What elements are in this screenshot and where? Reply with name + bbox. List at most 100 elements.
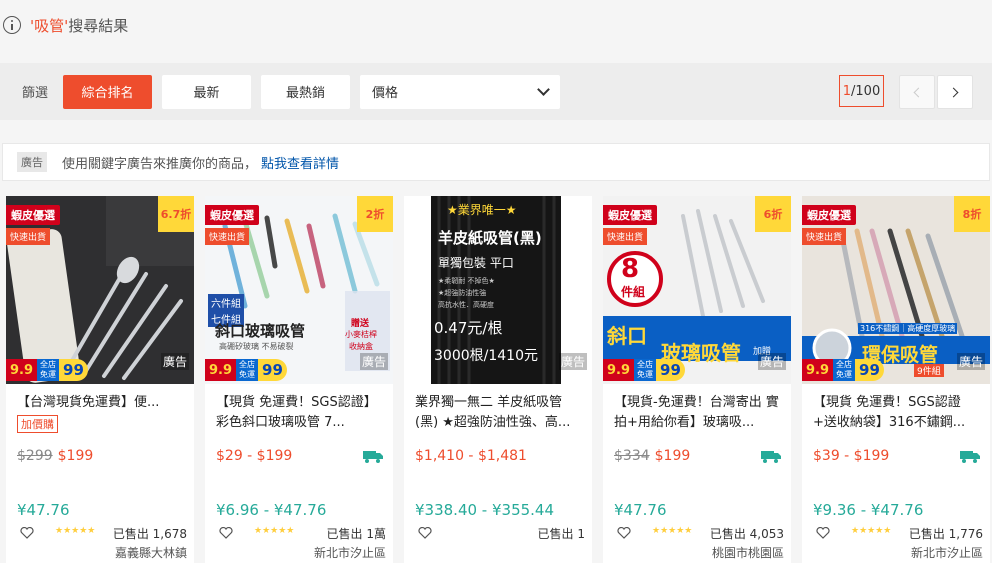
- sort-top-sales-button[interactable]: 最熱銷: [261, 74, 351, 109]
- sold-count: 已售出 1: [537, 527, 585, 541]
- discount-badge: 8折: [954, 196, 990, 232]
- ad-details-link[interactable]: 點我查看詳情: [261, 153, 339, 172]
- promo-frame: 9.9 全店 免運 99: [802, 359, 990, 381]
- product-title[interactable]: 【現貨-免運費！台灣寄出 實拍+用給你看】玻璃吸...: [614, 393, 784, 433]
- thumb-line: 單獨包裝 平口: [438, 256, 514, 270]
- product-title[interactable]: 【現貨 免運費！SGS認證】彩色斜口玻璃吸管 7...: [216, 393, 386, 433]
- reference-price: ¥6.96 - ¥47.76: [216, 501, 327, 519]
- discount-badge: 6.7折: [158, 196, 194, 232]
- price-sort-label: 價格: [372, 86, 399, 101]
- sort-relevance-button[interactable]: 綜合排名: [63, 74, 153, 109]
- original-price: $299: [17, 448, 53, 464]
- product-image[interactable]: ★業界唯一★ 羊皮紙吸管(黑) 單獨包裝 平口 ★柔韌耐 不掉色★ ★超強防油性…: [404, 196, 592, 384]
- promo-mid-2: 免運: [836, 370, 853, 379]
- ad-label: 廣告: [558, 353, 587, 370]
- price-row: $299 $199: [17, 448, 93, 464]
- heart-icon[interactable]: [219, 527, 233, 539]
- promo-99-label: 9.9: [6, 359, 38, 381]
- sold-count: 已售出 1,678: [112, 527, 187, 541]
- thumb-label: 件組: [621, 285, 646, 299]
- promo-free-ship-label: 全店 免運: [236, 359, 259, 381]
- original-price: $334: [614, 448, 650, 464]
- page-current: 1: [842, 83, 852, 99]
- thumb-line: 高抗水性．高硬度: [438, 301, 494, 309]
- fast-shipping-badge: 快速出貨: [802, 228, 847, 245]
- reference-price: ¥47.76: [614, 501, 667, 519]
- prev-page-button[interactable]: [899, 75, 935, 109]
- addon-tag: 加價購: [17, 415, 58, 433]
- seller-location: 桃園市桃園區: [711, 546, 784, 560]
- thumb-gift-label: 贈送: [351, 319, 370, 329]
- free-shipping-icon: [761, 451, 781, 463]
- heart-icon[interactable]: [816, 527, 830, 539]
- thumb-gift-item: 小麥桔桿: [345, 330, 377, 339]
- product-card[interactable]: 蝦皮優選 快速出貨 6.7折 廣告 9.9 全店 免運 99 【台灣現貨免運費】便…: [6, 196, 194, 563]
- sort-latest-button[interactable]: 最新: [162, 74, 252, 109]
- product-image[interactable]: 316不鏽鋼｜高硬度厚玻璃 環保吸管 9件組 蝦皮優選 快速出貨 8折 廣告 9…: [802, 196, 990, 384]
- sale-price: $29 - $199: [216, 448, 293, 464]
- thumb-line: ★業界唯一★: [447, 203, 517, 217]
- fast-shipping-badge: 快速出貨: [6, 228, 51, 245]
- heart-icon[interactable]: [20, 527, 34, 539]
- chevron-down-icon: [537, 82, 550, 96]
- sale-price: $199: [57, 448, 94, 464]
- promo-99-label: 9.9: [603, 359, 635, 381]
- product-card[interactable]: 8 件組 斜口 玻璃吸管 加贈 蝦皮優選 快速出貨 6折 廣告 9.9 全店 免運…: [603, 196, 791, 563]
- thumb-gift-box: 收納盒: [349, 342, 373, 351]
- sale-price: $39 - $199: [813, 448, 890, 464]
- discount-badge: 6折: [755, 196, 791, 232]
- rating-stars: ★★★★★: [254, 526, 295, 536]
- promo-frame: 9.9 全店 免運 99: [205, 359, 393, 381]
- promo-free-ship-label: 全店 免運: [37, 359, 60, 381]
- promo-mid-1: 全店: [836, 360, 853, 369]
- free-shipping-icon: [363, 451, 383, 463]
- price-sort-select[interactable]: 價格: [360, 74, 561, 109]
- rating-stars: ★★★★★: [851, 526, 892, 536]
- promo-99-big: 99: [855, 359, 884, 381]
- seller-location: 新北市汐止區: [910, 546, 983, 560]
- product-grid: 蝦皮優選 快速出貨 6.7折 廣告 9.9 全店 免運 99 【台灣現貨免運費】便…: [6, 196, 990, 563]
- search-result-suffix: 搜尋結果: [68, 16, 129, 35]
- thumb-label: 六件組: [208, 294, 244, 311]
- discount-badge: 2折: [357, 196, 393, 232]
- sale-price: $1,410 - $1,481: [415, 448, 527, 464]
- product-card[interactable]: ★業界唯一★ 羊皮紙吸管(黑) 單獨包裝 平口 ★柔韌耐 不掉色★ ★超強防油性…: [404, 196, 592, 563]
- heart-icon[interactable]: [617, 527, 631, 539]
- price-row: $29 - $199: [216, 448, 292, 464]
- fast-shipping-badge: 快速出貨: [603, 228, 648, 245]
- product-card[interactable]: 316不鏽鋼｜高硬度厚玻璃 環保吸管 9件組 蝦皮優選 快速出貨 8折 廣告 9…: [802, 196, 990, 563]
- thumb-line: 羊皮紙吸管(黑): [438, 229, 542, 247]
- reference-price: ¥9.36 - ¥47.76: [813, 501, 924, 519]
- product-image[interactable]: 8 件組 斜口 玻璃吸管 加贈 蝦皮優選 快速出貨 6折 廣告 9.9 全店 免運…: [603, 196, 791, 384]
- next-page-button[interactable]: [937, 75, 973, 109]
- price-row: $39 - $199: [813, 448, 889, 464]
- product-title[interactable]: 【現貨 免運費！SGS認證+送收納袋】316不鏽鋼...: [813, 393, 983, 433]
- sold-count: 已售出 1,776: [908, 527, 983, 541]
- mall-badge: 蝦皮優選: [205, 205, 259, 225]
- product-image[interactable]: 蝦皮優選 快速出貨 6.7折 廣告 9.9 全店 免運 99: [6, 196, 194, 384]
- ad-notice-text: 使用關鍵字廣告來推廣你的商品，: [62, 156, 258, 172]
- price-row: $1,410 - $1,481: [415, 448, 527, 464]
- chevron-left-icon: [913, 87, 924, 97]
- search-result-title: '吸管'搜尋結果: [30, 15, 128, 36]
- thumb-caption: 高硼矽玻璃 不易破裂: [219, 342, 294, 351]
- promo-mid-1: 全店: [239, 360, 256, 369]
- promo-frame: 9.9 全店 免運 99: [603, 359, 791, 381]
- search-result-header: '吸管'搜尋結果: [0, 0, 992, 50]
- promo-99-big: 99: [656, 359, 685, 381]
- promo-mid-1: 全店: [637, 360, 654, 369]
- promo-frame: 9.9 全店 免運 99: [6, 359, 194, 381]
- promo-99-label: 9.9: [802, 359, 834, 381]
- price-row: $334 $199: [614, 448, 690, 464]
- product-card[interactable]: 六件組 七件組 斜口玻璃吸管 高硼矽玻璃 不易破裂 贈送 小麥桔桿 收納盒 蝦皮…: [205, 196, 393, 563]
- promo-99-big: 99: [258, 359, 287, 381]
- mall-badge: 蝦皮優選: [603, 205, 657, 225]
- heart-icon[interactable]: [418, 527, 432, 539]
- page-indicator: 1/100: [839, 75, 884, 107]
- ad-notice-tag: 廣告: [17, 152, 47, 172]
- thumb-line: ★柔韌耐 不掉色★: [438, 277, 495, 285]
- seller-location: 新北市汐止區: [313, 546, 386, 560]
- product-title[interactable]: 業界獨一無二 羊皮紙吸管(黑) ★超強防油性強、高...: [415, 393, 585, 433]
- product-image[interactable]: 六件組 七件組 斜口玻璃吸管 高硼矽玻璃 不易破裂 贈送 小麥桔桿 收納盒 蝦皮…: [205, 196, 393, 384]
- mall-badge: 蝦皮優選: [802, 205, 856, 225]
